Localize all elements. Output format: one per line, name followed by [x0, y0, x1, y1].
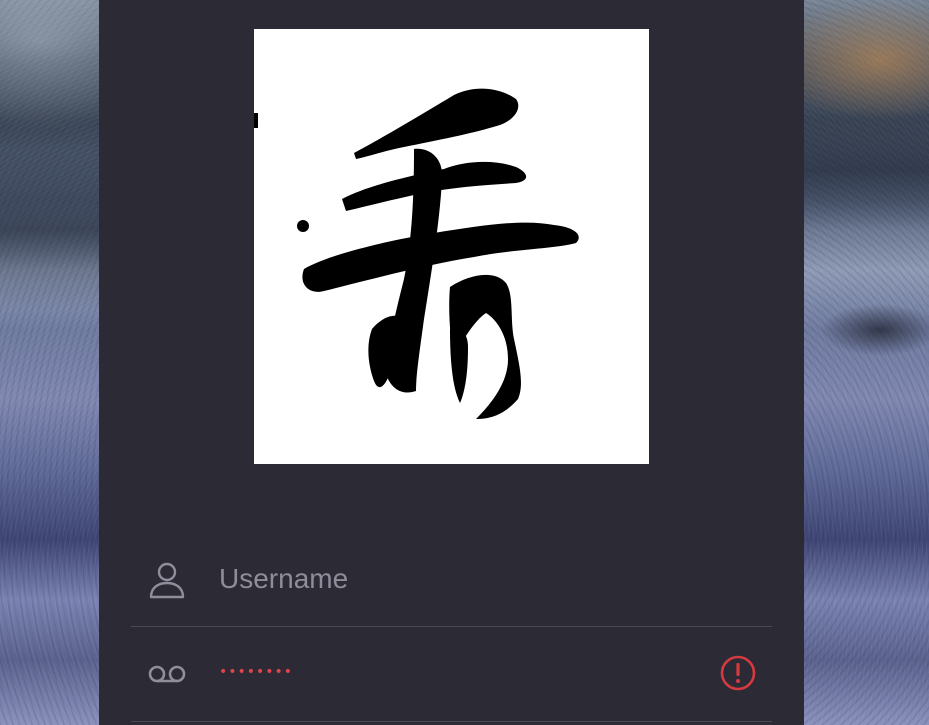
error-icon: [718, 653, 758, 693]
user-icon: [145, 557, 189, 601]
calligraphy-logo-icon: [254, 88, 579, 419]
voicemail-icon: [145, 652, 189, 696]
username-input[interactable]: [219, 559, 712, 599]
password-field-row: ••••••••: [131, 627, 772, 722]
username-field-row: [131, 532, 772, 627]
login-screen: ••••••••: [0, 0, 929, 725]
background-shade-right: [804, 110, 929, 230]
login-panel: ••••••••: [99, 0, 804, 725]
password-input[interactable]: ••••••••: [219, 657, 293, 687]
background-shade-left: [0, 150, 99, 310]
calligraphy-logo: [254, 29, 649, 464]
